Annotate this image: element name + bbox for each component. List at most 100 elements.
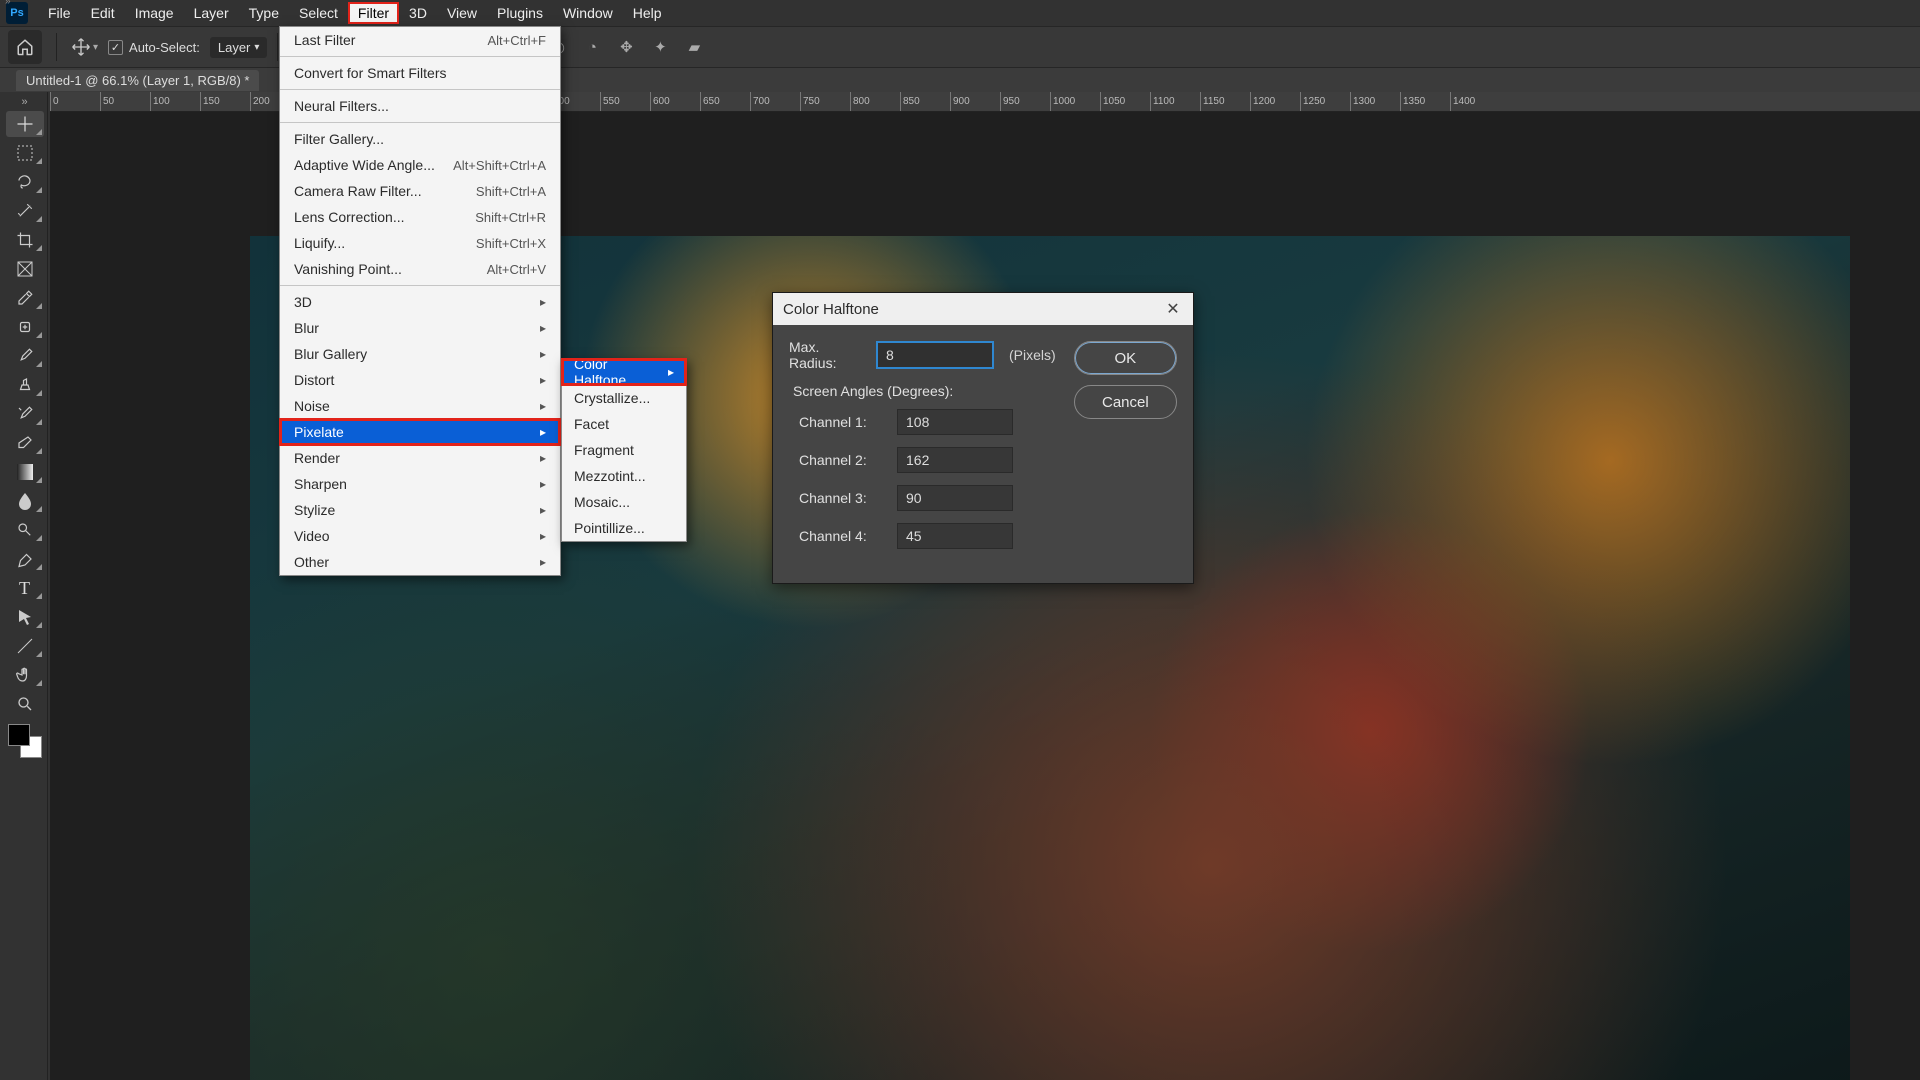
menu-item-pixelate[interactable]: Pixelate xyxy=(280,419,560,445)
tool-zoom[interactable] xyxy=(6,691,44,717)
menu-item[interactable]: Lens Correction...Shift+Ctrl+R xyxy=(280,204,560,230)
channel-3-input[interactable] xyxy=(897,485,1013,511)
submenu-item-color-halftone[interactable]: Color Halftone... xyxy=(562,359,686,385)
menu-item[interactable]: Filter Gallery... xyxy=(280,126,560,152)
tool-rect-marquee[interactable] xyxy=(6,140,44,166)
menu-label: Sharpen xyxy=(294,476,347,492)
color-swatches[interactable] xyxy=(8,724,42,758)
submenu-item-fragment[interactable]: Fragment xyxy=(562,437,686,463)
menu-select[interactable]: Select xyxy=(289,2,348,24)
tool-crop[interactable] xyxy=(6,227,44,253)
menu-item-video[interactable]: Video xyxy=(280,523,560,549)
menu-item[interactable]: Camera Raw Filter...Shift+Ctrl+A xyxy=(280,178,560,204)
menu-item-noise[interactable]: Noise xyxy=(280,393,560,419)
menu-view[interactable]: View xyxy=(437,2,487,24)
menu-3d[interactable]: 3D xyxy=(399,2,437,24)
menu-item-neural-filters[interactable]: Neural Filters... xyxy=(280,93,560,119)
menu-item-convert-smart[interactable]: Convert for Smart Filters xyxy=(280,60,560,86)
tool-hand[interactable] xyxy=(6,662,44,688)
menu-label: Distort xyxy=(294,372,334,388)
3d-slide-icon[interactable]: ✦ xyxy=(648,35,672,59)
ruler-tick: 1150 xyxy=(1200,92,1250,111)
submenu-item-mezzotint[interactable]: Mezzotint... xyxy=(562,463,686,489)
ruler-tick: 600 xyxy=(650,92,700,111)
menu-item-sharpen[interactable]: Sharpen xyxy=(280,471,560,497)
ruler-tick: 0 xyxy=(50,92,100,111)
tool-move[interactable] xyxy=(6,111,44,137)
menu-label: Convert for Smart Filters xyxy=(294,65,446,81)
ruler-tick: 1250 xyxy=(1300,92,1350,111)
tool-type[interactable]: T xyxy=(6,575,44,601)
home-icon xyxy=(16,38,34,56)
menu-item-blur-gallery[interactable]: Blur Gallery xyxy=(280,341,560,367)
collapse-icon[interactable]: » xyxy=(21,96,27,108)
tool-dodge[interactable] xyxy=(6,517,44,543)
ruler-tick: 1000 xyxy=(1050,92,1100,111)
document-tab[interactable]: Untitled-1 @ 66.1% (Layer 1, RGB/8) * xyxy=(16,70,259,91)
menu-label: Render xyxy=(294,450,340,466)
tool-magic-wand[interactable] xyxy=(6,198,44,224)
home-button[interactable] xyxy=(8,30,42,64)
tool-line[interactable] xyxy=(6,633,44,659)
menu-file[interactable]: File xyxy=(38,2,81,24)
auto-select-toggle[interactable]: ✓ Auto-Select: xyxy=(108,40,200,55)
ruler-tick: 750 xyxy=(800,92,850,111)
tool-history-brush[interactable] xyxy=(6,401,44,427)
dialog-titlebar[interactable]: Color Halftone ✕ xyxy=(773,293,1193,325)
menu-item-last-filter[interactable]: Last Filter Alt+Ctrl+F xyxy=(280,27,560,53)
3d-camera-icon[interactable]: ▰ xyxy=(682,35,706,59)
filter-menu-dropdown: Last Filter Alt+Ctrl+F Convert for Smart… xyxy=(279,26,561,576)
menu-window[interactable]: Window xyxy=(553,2,623,24)
max-radius-input[interactable] xyxy=(877,342,993,368)
3d-roll-icon[interactable]: ◔ xyxy=(580,35,604,59)
close-icon[interactable]: ✕ xyxy=(1163,299,1183,319)
channel-2-input[interactable] xyxy=(897,447,1013,473)
ok-button[interactable]: OK xyxy=(1074,341,1177,375)
tool-eraser[interactable] xyxy=(6,430,44,456)
menu-label: Neural Filters... xyxy=(294,98,389,114)
shortcut: Alt+Ctrl+V xyxy=(487,262,546,277)
submenu-item-facet[interactable]: Facet xyxy=(562,411,686,437)
ruler-tick: 50 xyxy=(100,92,150,111)
submenu-item-pointillize[interactable]: Pointillize... xyxy=(562,515,686,541)
menu-help[interactable]: Help xyxy=(623,2,672,24)
menu-item-render[interactable]: Render xyxy=(280,445,560,471)
screen-angles-label: Screen Angles (Degrees): xyxy=(793,383,1056,399)
tool-frame[interactable] xyxy=(6,256,44,282)
3d-pan-icon[interactable]: ✥ xyxy=(614,35,638,59)
menu-plugins[interactable]: Plugins xyxy=(487,2,553,24)
ruler-tick: 1300 xyxy=(1350,92,1400,111)
menu-item[interactable]: Adaptive Wide Angle...Alt+Shift+Ctrl+A xyxy=(280,152,560,178)
menu-item[interactable]: Liquify...Shift+Ctrl+X xyxy=(280,230,560,256)
tool-healing-brush[interactable] xyxy=(6,314,44,340)
menu-item-stylize[interactable]: Stylize xyxy=(280,497,560,523)
submenu-item-crystallize[interactable]: Crystallize... xyxy=(562,385,686,411)
tool-eyedropper[interactable] xyxy=(6,285,44,311)
menu-type[interactable]: Type xyxy=(239,2,289,24)
menu-item-distort[interactable]: Distort xyxy=(280,367,560,393)
checkmark-icon: ✓ xyxy=(108,40,123,55)
tool-blur[interactable] xyxy=(6,488,44,514)
submenu-item-mosaic[interactable]: Mosaic... xyxy=(562,489,686,515)
tool-path-select[interactable] xyxy=(6,604,44,630)
tool-lasso[interactable] xyxy=(6,169,44,195)
tool-clone-stamp[interactable] xyxy=(6,372,44,398)
menu-layer[interactable]: Layer xyxy=(184,2,239,24)
menu-item-other[interactable]: Other xyxy=(280,549,560,575)
menu-image[interactable]: Image xyxy=(125,2,184,24)
ruler-tick: 950 xyxy=(1000,92,1050,111)
tool-brush[interactable] xyxy=(6,343,44,369)
channel-4-input[interactable] xyxy=(897,523,1013,549)
tool-pen[interactable] xyxy=(6,546,44,572)
menu-item-blur[interactable]: Blur xyxy=(280,315,560,341)
channel-1-input[interactable] xyxy=(897,409,1013,435)
cancel-button[interactable]: Cancel xyxy=(1074,385,1177,419)
menu-edit[interactable]: Edit xyxy=(81,2,125,24)
menu-label: Noise xyxy=(294,398,330,414)
ruler-tick: 1400 xyxy=(1450,92,1500,111)
menu-filter[interactable]: Filter xyxy=(348,2,399,24)
menu-item[interactable]: Vanishing Point...Alt+Ctrl+V xyxy=(280,256,560,282)
auto-select-target-dropdown[interactable]: Layer ▾ xyxy=(210,37,268,58)
menu-item-3d[interactable]: 3D xyxy=(280,289,560,315)
tool-gradient[interactable] xyxy=(6,459,44,485)
